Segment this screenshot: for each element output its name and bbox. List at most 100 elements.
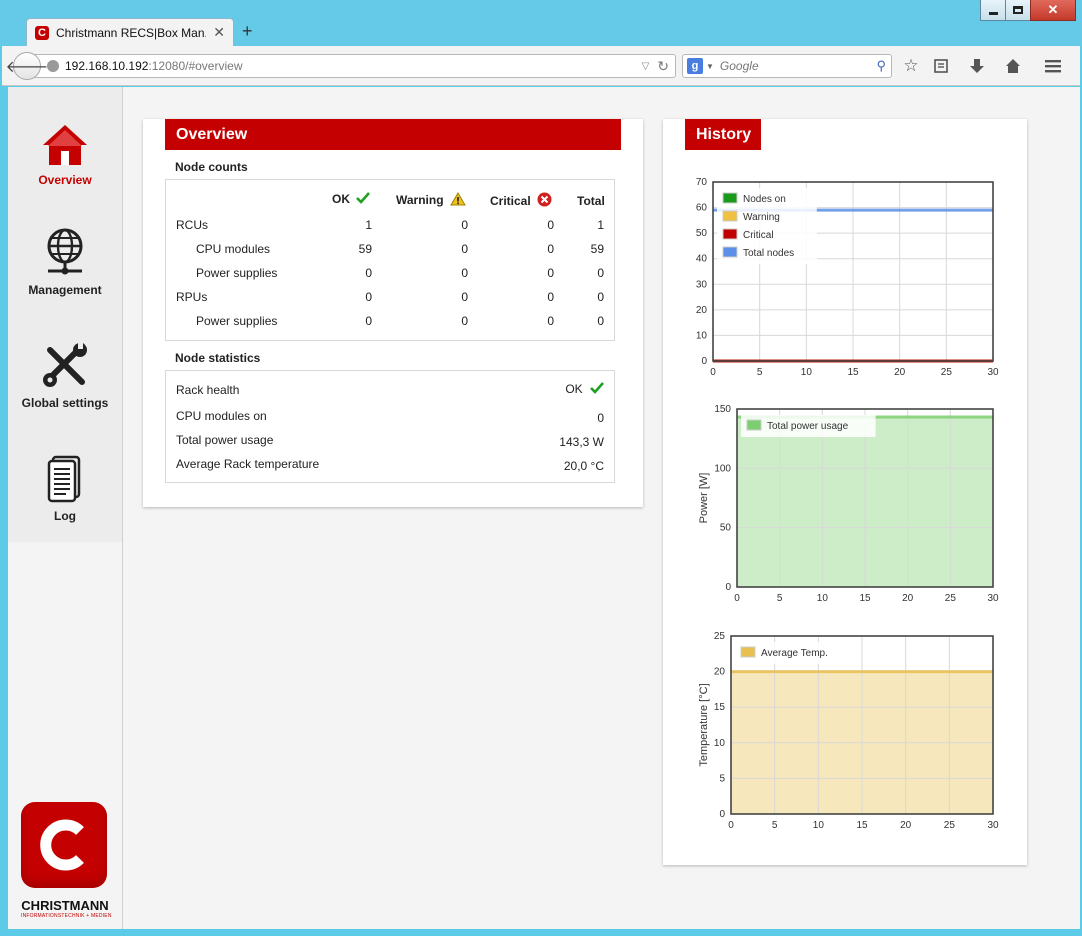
close-icon: ✕ xyxy=(1047,2,1059,17)
node-statistics-table: Rack health OK CPU modules on 0 Total po… xyxy=(165,370,615,483)
x-tick-label: 20 xyxy=(894,367,906,378)
x-tick-label: 30 xyxy=(987,593,999,604)
legend-label: Total nodes xyxy=(743,248,794,259)
x-tick-label: 0 xyxy=(734,593,740,604)
network-globe-icon xyxy=(47,228,83,275)
search-bar[interactable]: g ▼ Google ⚲ xyxy=(682,54,892,78)
new-tab-plus-icon[interactable]: + xyxy=(242,21,253,42)
x-tick-label: 25 xyxy=(945,593,957,604)
y-tick-label: 70 xyxy=(696,177,708,188)
sidebar: Overview Management Global settings Log … xyxy=(8,87,123,929)
row-value: 0 xyxy=(365,314,372,328)
google-engine-icon[interactable]: g xyxy=(687,58,703,74)
row-value: 0 xyxy=(597,266,604,280)
sidebar-item-label: Log xyxy=(54,509,76,523)
sidebar-item-overview[interactable]: Overview xyxy=(8,121,122,221)
sidebar-item-management[interactable]: Management xyxy=(8,227,122,327)
sidebar-item-log[interactable]: Log xyxy=(8,453,122,553)
row-value: 0 xyxy=(461,290,468,304)
y-tick-label: 40 xyxy=(696,254,708,265)
y-tick-label: 20 xyxy=(696,305,708,316)
window-titlebar: ✕ C Christmann RECS|Box Man... ✕ + xyxy=(0,0,1082,46)
url-bar[interactable]: 192.168.10.192 :12080/#overview ▽ ↻ xyxy=(26,54,676,78)
x-tick-label: 20 xyxy=(900,820,912,831)
row-value: 0 xyxy=(597,290,604,304)
x-tick-label: 5 xyxy=(757,367,763,378)
search-input[interactable]: Google xyxy=(720,59,759,73)
history-panel: History 0 5 10 15 20 25 30 0 10 20 30 40 50 60 70 Nodes… xyxy=(663,119,1027,865)
row-value: 59 xyxy=(590,242,604,256)
engine-dropdown-icon[interactable]: ▼ xyxy=(706,62,714,71)
y-tick-label: 50 xyxy=(696,228,708,239)
x-tick-label: 0 xyxy=(710,367,716,378)
browser-tab[interactable]: C Christmann RECS|Box Man... ✕ xyxy=(26,18,234,46)
tab-close-icon[interactable]: ✕ xyxy=(213,24,225,41)
y-tick-label: 10 xyxy=(696,330,708,341)
row-value: 59 xyxy=(358,242,372,256)
logo-subtext: INFORMATIONSTECHNIK + MEDIEN xyxy=(21,913,112,919)
sidebar-item-global-settings[interactable]: Global settings xyxy=(8,340,122,440)
logo-text: CHRISTMANN xyxy=(21,898,109,913)
stat-value-rack-health: OK xyxy=(565,382,604,396)
col-header-warning: Warning xyxy=(396,192,466,207)
minimize-icon xyxy=(988,11,998,15)
row-value: 0 xyxy=(461,218,468,232)
sidebar-item-label: Global settings xyxy=(21,396,109,410)
legend-label: Average Temp. xyxy=(761,648,828,659)
tab-favicon-icon: C xyxy=(35,25,49,40)
back-button[interactable]: 🡐 xyxy=(6,52,48,80)
y-axis-label: Power [W] xyxy=(698,473,710,524)
legend-label: Nodes on xyxy=(743,194,786,205)
row-value: 0 xyxy=(547,242,554,256)
sidebar-item-label: Management xyxy=(28,283,102,297)
reload-icon[interactable]: ↻ xyxy=(657,58,669,75)
y-tick-label: 0 xyxy=(725,582,731,593)
warning-triangle-icon xyxy=(450,192,466,206)
christmann-logo: CHRISTMANN INFORMATIONSTECHNIK + MEDIEN xyxy=(21,802,112,919)
ok-check-icon xyxy=(356,192,371,204)
search-magnifier-icon[interactable]: ⚲ xyxy=(876,58,886,74)
bookmark-star-icon[interactable]: ☆ xyxy=(900,56,922,76)
row-label-rpus: RPUs xyxy=(176,290,208,304)
home-icon xyxy=(43,125,87,165)
back-arrow-icon: 🡐 xyxy=(5,58,49,76)
reading-list-icon[interactable] xyxy=(930,56,952,76)
y-tick-label: 5 xyxy=(719,773,725,784)
x-tick-label: 30 xyxy=(987,367,999,378)
node-counts-title: Node counts xyxy=(175,160,248,174)
menu-hamburger-icon[interactable] xyxy=(1042,56,1064,76)
stat-label-avg-rack-temp: Average Rack temperature xyxy=(176,457,320,471)
minimize-button[interactable] xyxy=(980,0,1006,21)
legend-swatch xyxy=(722,246,738,258)
y-axis-label: Temperature [°C] xyxy=(698,683,710,766)
row-value: 0 xyxy=(365,290,372,304)
close-window-button[interactable]: ✕ xyxy=(1030,0,1076,21)
url-history-dropdown-icon[interactable]: ▽ xyxy=(642,61,650,72)
legend-label: Total power usage xyxy=(767,421,849,432)
y-tick-label: 60 xyxy=(696,203,708,214)
col-header-total: Total xyxy=(577,194,605,208)
row-value: 0 xyxy=(461,314,468,328)
x-tick-label: 30 xyxy=(987,820,999,831)
maximize-icon xyxy=(1013,6,1023,14)
page-content: Overview Management Global settings Log … xyxy=(8,87,1080,929)
node-counts-table: OK Warning Critical Total RCUs 1 0 0 1 C… xyxy=(165,179,615,341)
stat-label-rack-health: Rack health xyxy=(176,383,240,397)
y-tick-label: 0 xyxy=(701,356,707,367)
row-label-power-supplies: Power supplies xyxy=(196,266,278,280)
x-tick-label: 20 xyxy=(902,593,914,604)
sidebar-nav: Overview Management Global settings Log xyxy=(8,87,122,542)
stat-label-cpu-modules-on: CPU modules on xyxy=(176,409,267,423)
home-button-icon[interactable] xyxy=(1002,56,1024,76)
y-tick-label: 20 xyxy=(714,667,726,678)
url-path: :12080/#overview xyxy=(148,59,243,73)
row-value: 0 xyxy=(461,242,468,256)
row-label-power-supplies: Power supplies xyxy=(196,314,278,328)
site-identity-globe-icon[interactable] xyxy=(47,60,59,72)
x-tick-label: 5 xyxy=(772,820,778,831)
maximize-button[interactable] xyxy=(1005,0,1031,21)
history-charts: 0 5 10 15 20 25 30010203040506070Nodes onWarni… xyxy=(696,177,999,831)
x-tick-label: 0 xyxy=(728,820,734,831)
row-label-cpu-modules: CPU modules xyxy=(196,242,271,256)
downloads-arrow-icon[interactable] xyxy=(966,56,988,76)
